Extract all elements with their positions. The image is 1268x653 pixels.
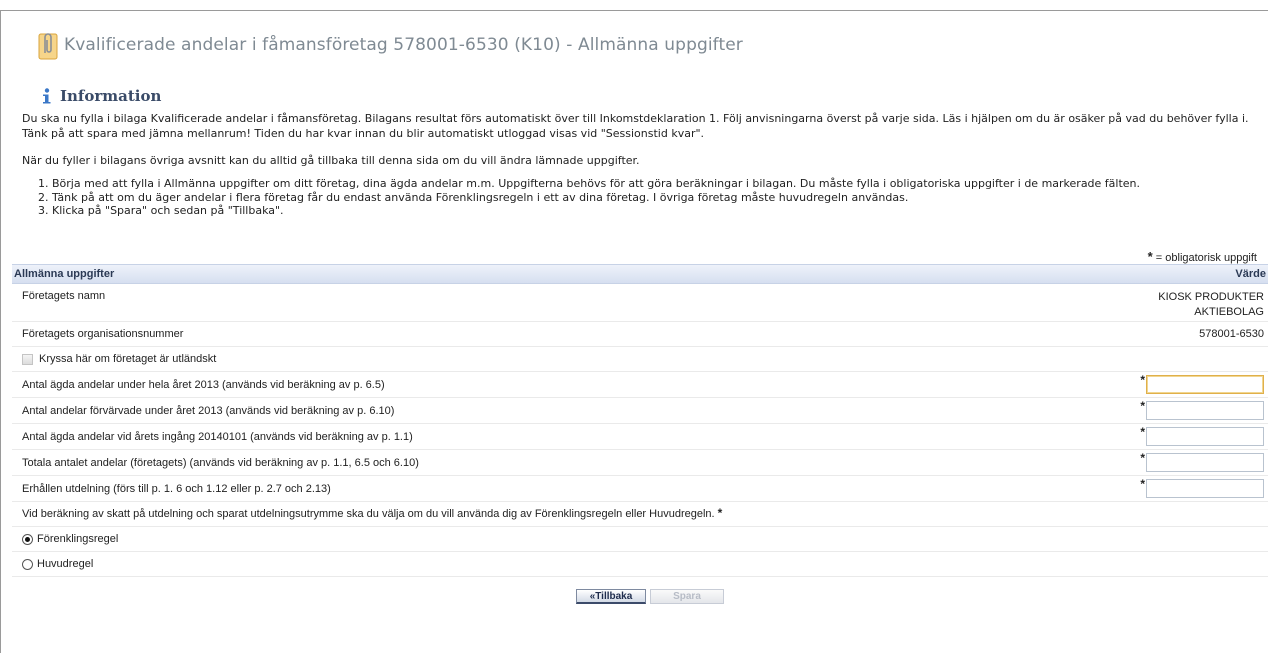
required-marker: * [1140, 477, 1145, 491]
info-paragraph-return: När du fyller i bilagans övriga avsnitt … [22, 154, 640, 167]
required-marker: * [1140, 451, 1145, 465]
info-heading: Information [60, 87, 162, 105]
table-row-radio-main: Huvudregel [12, 552, 1268, 577]
required-note: * = obligatorisk uppgift [1080, 249, 1257, 264]
required-marker: * [1140, 399, 1145, 413]
main-rule-radio[interactable] [22, 558, 33, 570]
shares-acquired-input[interactable] [1146, 401, 1264, 420]
table-row: Erhållen utdelning (förs till p. 1. 6 oc… [12, 476, 1268, 502]
table-row: Antal ägda andelar under hela året 2013 … [12, 372, 1268, 398]
table-row-radio-simplified: Förenklingsregel [12, 527, 1268, 552]
simplified-rule-label: Förenklingsregel [37, 533, 119, 545]
field-cell: * [1140, 477, 1264, 498]
foreign-company-label: Kryssa här om företaget är utländskt [39, 353, 217, 365]
rule-question-text: Vid beräkning av skatt på utdelning och … [22, 508, 715, 520]
company-name-line: KIOSK PRODUKTER [1158, 291, 1264, 303]
left-border [0, 10, 1, 653]
table-row-rule-question: Vid beräkning av skatt på utdelning och … [12, 502, 1268, 527]
org-number-label: Företagets organisationsnummer [22, 328, 184, 340]
table-header-label: Allmänna uppgifter [14, 268, 115, 280]
field-cell: * [1140, 399, 1264, 420]
required-note-text: = obligatorisk uppgift [1152, 252, 1257, 264]
save-button[interactable]: Spara [650, 589, 724, 604]
top-border [0, 10, 1268, 11]
info-header: Information [38, 86, 161, 106]
field-cell: * [1140, 425, 1264, 446]
table-row: Antal ägda andelar vid årets ingång 2014… [12, 424, 1268, 450]
instruction-step: Börja med att fylla i Allmänna uppgifter… [52, 177, 1268, 191]
shares-owned-input[interactable] [1146, 375, 1264, 394]
table-row: Totala antalet andelar (företagets) (anv… [12, 450, 1268, 476]
org-number-value: 578001-6530 [1199, 327, 1264, 340]
back-button[interactable]: «Tillbaka [576, 589, 646, 604]
table-row: Antal andelar förvärvade under året 2013… [12, 398, 1268, 424]
required-marker: * [717, 506, 723, 520]
shares-start-of-year-input[interactable] [1146, 427, 1264, 446]
foreign-company-checkbox[interactable] [22, 353, 33, 365]
main-rule-option[interactable]: Huvudregel [22, 558, 93, 570]
simplified-rule-option[interactable]: Förenklingsregel [22, 533, 118, 545]
paperclip-icon [38, 30, 58, 60]
company-name-value: KIOSK PRODUKTER AKTIEBOLAG [1158, 290, 1264, 320]
table-row-org-number: Företagets organisationsnummer 578001-65… [12, 322, 1268, 347]
shares-acquired-label: Antal andelar förvärvade under året 2013… [22, 404, 395, 417]
page-header: Kvalificerade andelar i fåmansföretag 57… [38, 30, 743, 60]
dividend-input[interactable] [1146, 479, 1264, 498]
company-name-label: Företagets namn [22, 290, 106, 302]
simplified-rule-radio[interactable] [22, 533, 33, 545]
total-shares-label: Totala antalet andelar (företagets) (anv… [22, 456, 419, 469]
instruction-step: Tänk på att om du äger andelar i flera f… [52, 191, 1268, 205]
dividend-label: Erhållen utdelning (förs till p. 1. 6 oc… [22, 482, 331, 495]
table-row-company-name: Företagets namn KIOSK PRODUKTER AKTIEBOL… [12, 284, 1268, 322]
table-header-value: Värde [1235, 268, 1266, 280]
company-name-line: AKTIEBOLAG [1194, 306, 1264, 318]
required-marker: * [1140, 425, 1145, 439]
foreign-company-option[interactable]: Kryssa här om företaget är utländskt [22, 353, 216, 365]
instruction-step: Klicka på "Spara" och sedan på "Tillbaka… [52, 204, 1268, 218]
general-info-table: Allmänna uppgifter Värde Företagets namn… [12, 264, 1268, 577]
info-icon [38, 87, 54, 105]
shares-start-of-year-label: Antal ägda andelar vid årets ingång 2014… [22, 430, 413, 443]
action-buttons: «Tillbaka Spara [0, 589, 1268, 604]
table-header: Allmänna uppgifter Värde [12, 264, 1268, 284]
info-paragraph: Du ska nu fylla i bilaga Kvalificerade a… [22, 112, 1249, 140]
instruction-steps: Börja med att fylla i Allmänna uppgifter… [22, 177, 1268, 218]
required-marker: * [1140, 373, 1145, 387]
shares-owned-label: Antal ägda andelar under hela året 2013 … [22, 378, 385, 391]
table-row-foreign: Kryssa här om företaget är utländskt [12, 347, 1268, 372]
total-shares-input[interactable] [1146, 453, 1264, 472]
field-cell: * [1140, 451, 1264, 472]
rule-question: Vid beräkning av skatt på utdelning och … [22, 506, 723, 520]
field-cell: * [1140, 373, 1264, 394]
main-rule-label: Huvudregel [37, 558, 94, 570]
page-title: Kvalificerade andelar i fåmansföretag 57… [64, 35, 743, 55]
